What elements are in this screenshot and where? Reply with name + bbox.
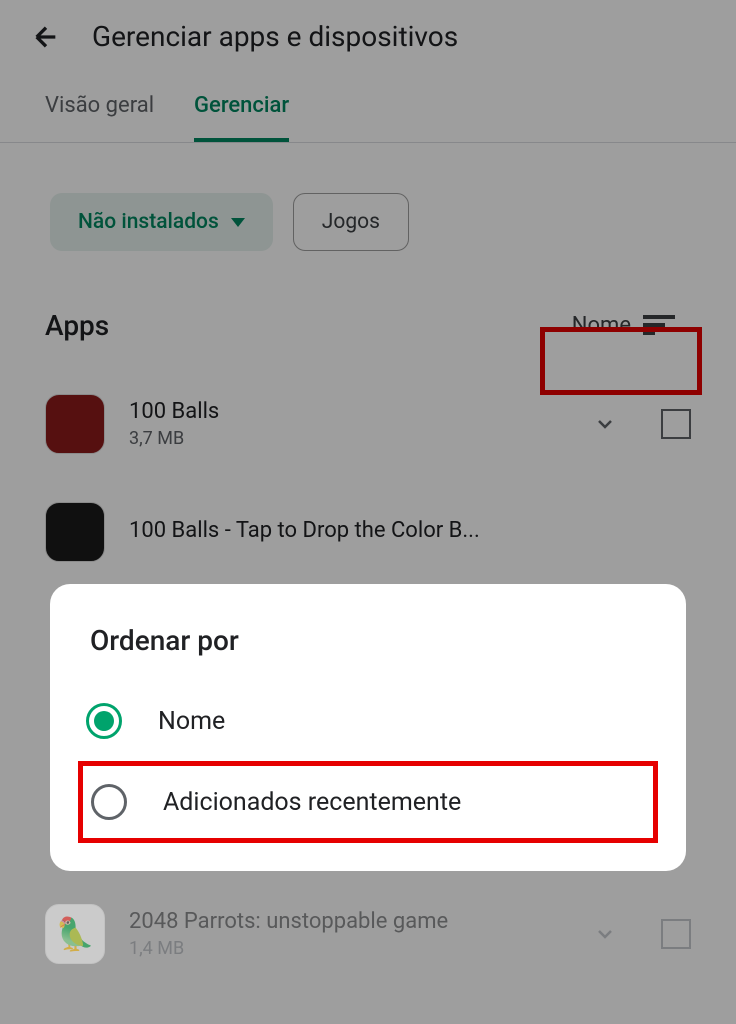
radio-label: Nome <box>158 707 225 736</box>
radio-option-recent[interactable]: Adicionados recentemente <box>78 761 658 843</box>
sort-dialog: Ordenar por Nome Adicionados recentement… <box>50 584 686 871</box>
dialog-title: Ordenar por <box>50 624 686 681</box>
radio-icon <box>86 703 122 739</box>
app-name: 2048 Parrots: unstoppable game <box>129 909 569 934</box>
app-icon: 🦜 <box>45 904 105 964</box>
radio-icon <box>91 784 127 820</box>
app-checkbox[interactable] <box>661 919 691 949</box>
modal-overlay[interactable]: Ordenar por Nome Adicionados recentement… <box>0 0 736 1024</box>
radio-option-name[interactable]: Nome <box>50 681 686 761</box>
radio-label: Adicionados recentemente <box>163 788 461 817</box>
chevron-down-icon[interactable] <box>593 922 617 946</box>
app-row[interactable]: 🦜 2048 Parrots: unstoppable game 1,4 MB <box>45 880 691 988</box>
app-size: 1,4 MB <box>129 938 569 959</box>
